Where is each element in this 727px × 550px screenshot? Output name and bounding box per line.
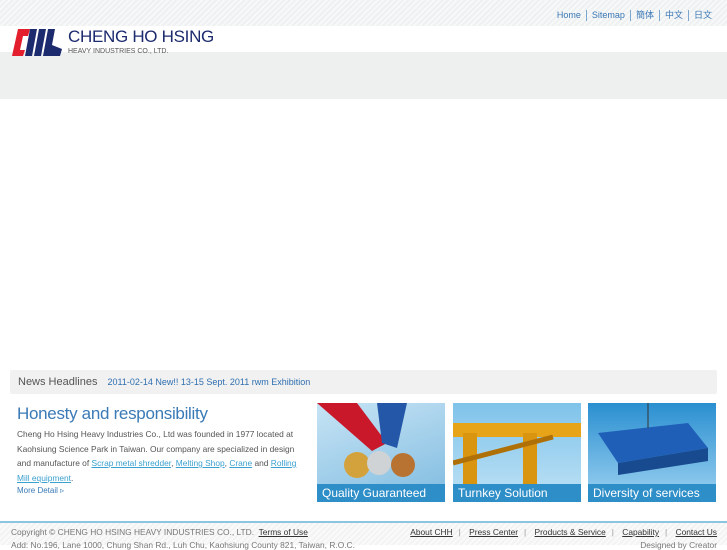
logo-mark-icon: [12, 29, 62, 56]
link-japanese[interactable]: 日文: [687, 10, 717, 21]
terms-of-use-link[interactable]: Terms of Use: [259, 527, 308, 537]
feature-turnkey-solution[interactable]: Turnkey Solution: [453, 403, 581, 502]
brand-subtitle: HEAVY INDUSTRIES CO., LTD.: [68, 48, 169, 55]
logo[interactable]: CHENG HO HSING HEAVY INDUSTRIES CO., LTD…: [10, 27, 214, 57]
designed-by: Designed by Creator: [640, 540, 717, 550]
news-heading: News Headlines: [18, 376, 98, 388]
brand-name: CHENG HO HSING: [68, 27, 214, 46]
link-sitemap[interactable]: Sitemap: [585, 10, 630, 21]
link-home[interactable]: Home: [552, 10, 586, 21]
feature-diversity-of-services[interactable]: Diversity of services: [588, 403, 716, 502]
news-item-link[interactable]: 2011-02-14 New!! 13-15 Sept. 2011 rwm Ex…: [107, 377, 310, 387]
link-chinese[interactable]: 中文: [658, 10, 688, 21]
top-bar: Home Sitemap 簡体 中文 日文: [0, 0, 727, 26]
about-title: Honesty and responsibility: [17, 404, 208, 423]
text-and: and: [252, 458, 271, 468]
feature-caption: Quality Guaranteed: [317, 484, 445, 502]
about-text: Cheng Ho Hsing Heavy Industries Co., Ltd…: [17, 429, 297, 483]
footer-link-press[interactable]: Press Center: [469, 527, 518, 537]
footer-link-capability[interactable]: Capability: [622, 527, 659, 537]
footer-links: About CHH | Press Center | Products & Serv…: [410, 527, 717, 537]
top-links: Home Sitemap 簡体 中文 日文: [552, 10, 717, 21]
footer-link-products[interactable]: Products & Service: [535, 527, 606, 537]
feature-caption: Diversity of services: [588, 484, 716, 502]
copyright: Copyright © CHENG HO HSING HEAVY INDUSTR…: [11, 527, 255, 537]
container-icon: [598, 403, 708, 475]
footer: Copyright © CHENG HO HSING HEAVY INDUSTR…: [0, 521, 727, 550]
crane-icon: [453, 423, 581, 485]
link-melting-shop[interactable]: Melting Shop: [176, 458, 225, 468]
footer-link-contact[interactable]: Contact Us: [676, 527, 717, 537]
link-crane[interactable]: Crane: [229, 458, 252, 468]
news-headlines-bar: News Headlines 2011-02-14 New!! 13-15 Se…: [10, 370, 717, 394]
link-scrap-metal-shredder[interactable]: Scrap metal shredder: [92, 458, 172, 468]
more-detail-link[interactable]: More Detail ▹: [17, 486, 64, 495]
link-simplified-chinese[interactable]: 簡体: [629, 10, 659, 21]
footer-link-about[interactable]: About CHH: [410, 527, 452, 537]
feature-quality-guaranteed[interactable]: Quality Guaranteed: [317, 403, 445, 502]
medals-icon: [317, 403, 415, 478]
address: Add: No.196, Lane 1000, Chung Shan Rd., …: [11, 540, 355, 550]
feature-caption: Turnkey Solution: [453, 484, 581, 502]
banner-area: [0, 52, 727, 99]
